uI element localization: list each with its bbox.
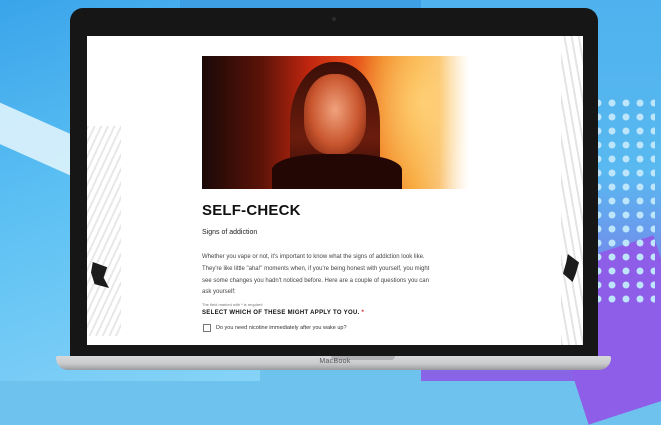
option-checkbox[interactable] <box>203 324 211 332</box>
intro-paragraph: Whether you vape or not, it's important … <box>202 252 472 299</box>
option-label: Do you need nicotine immediately after y… <box>216 325 347 331</box>
page-title: SELF-CHECK <box>202 202 301 219</box>
intro-line: see some changes you hadn't noticed befo… <box>202 277 429 284</box>
hero-edge-fade <box>439 56 469 189</box>
intro-line: ask yourself: <box>202 289 236 296</box>
required-asterisk: * <box>361 310 365 316</box>
section-subtitle: Signs of addiction <box>202 229 258 236</box>
laptop-screen: SELF-CHECK Signs of addiction Whether yo… <box>87 36 583 345</box>
option-nicotine-wake[interactable]: Do you need nicotine immediately after y… <box>203 324 347 332</box>
camera-dot <box>332 17 336 21</box>
intro-line: Whether you vape or not, it's important … <box>202 254 425 260</box>
laptop-brand-label: MacBook <box>319 358 351 365</box>
question-text: SELECT WHICH OF THESE MIGHT APPLY TO YOU… <box>202 310 360 316</box>
hero-shoulders <box>272 154 402 189</box>
required-field-note: The field marked with * is required <box>202 302 263 307</box>
hero-image <box>202 56 469 189</box>
hero-face <box>304 74 366 154</box>
grunge-texture-left <box>87 126 121 336</box>
intro-line: They're like little "aha!" moments when,… <box>202 265 430 272</box>
question-label: SELECT WHICH OF THESE MIGHT APPLY TO YOU… <box>202 310 364 316</box>
grunge-texture-right <box>561 36 583 345</box>
